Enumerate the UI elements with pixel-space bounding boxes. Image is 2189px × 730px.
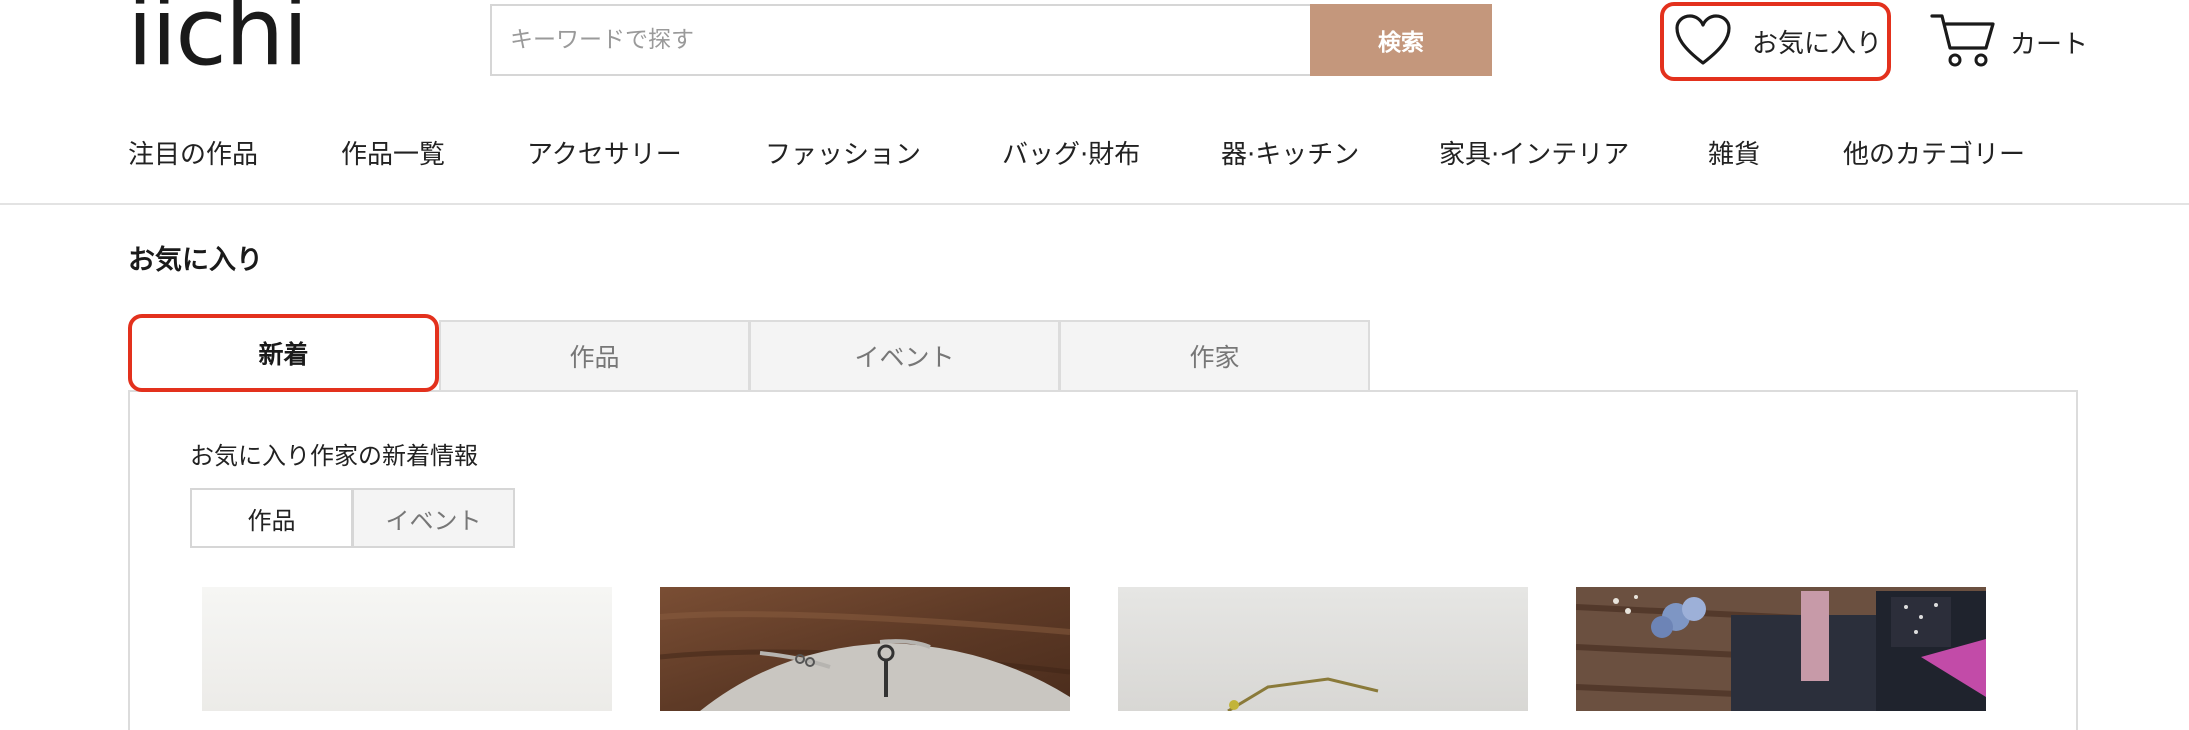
heart-icon [1674, 13, 1732, 71]
header-divider [0, 203, 2189, 205]
site-logo[interactable]: iichi [127, 0, 309, 80]
page-title: お気に入り [128, 245, 263, 276]
subtab-works[interactable]: 作品 [190, 488, 353, 548]
product-thumbnail[interactable] [660, 587, 1070, 711]
search-input[interactable] [490, 4, 1310, 76]
cart-label: カート [2010, 29, 2089, 60]
nav-item-bags-wallets[interactable]: バッグ·財布 [1002, 134, 1140, 171]
nav-item-furniture-interior[interactable]: 家具·インテリア [1439, 134, 1629, 171]
cart-link[interactable]: カート [1930, 14, 2088, 70]
nav-item-goods[interactable]: 雑貨 [1708, 134, 1760, 171]
nav-item-accessories[interactable]: アクセサリー [527, 134, 682, 171]
tab-events[interactable]: イベント [749, 320, 1060, 392]
product-thumbnail[interactable] [202, 587, 612, 711]
tab-works[interactable]: 作品 [439, 320, 750, 392]
tab-new[interactable]: 新着 [128, 314, 439, 392]
subtab-events[interactable]: イベント [352, 488, 515, 548]
product-thumbnail[interactable] [1118, 587, 1528, 711]
nav-item-featured[interactable]: 注目の作品 [128, 134, 258, 171]
nav-item-tableware-kitchen[interactable]: 器·キッチン [1221, 134, 1359, 171]
product-thumbnail[interactable] [1576, 587, 1986, 711]
favorites-label: お気に入り [1752, 29, 1883, 59]
nav-item-all-works[interactable]: 作品一覧 [341, 134, 445, 171]
search-button[interactable]: 検索 [1310, 4, 1492, 76]
nav-item-other-categories[interactable]: 他のカテゴリー [1843, 134, 2025, 171]
cart-icon [1930, 12, 1996, 72]
nav-item-fashion[interactable]: ファッション [765, 134, 921, 171]
section-heading: お気に入り作家の新着情報 [190, 442, 478, 470]
tab-artists[interactable]: 作家 [1059, 320, 1370, 392]
favorites-link[interactable]: お気に入り [1660, 2, 1891, 81]
